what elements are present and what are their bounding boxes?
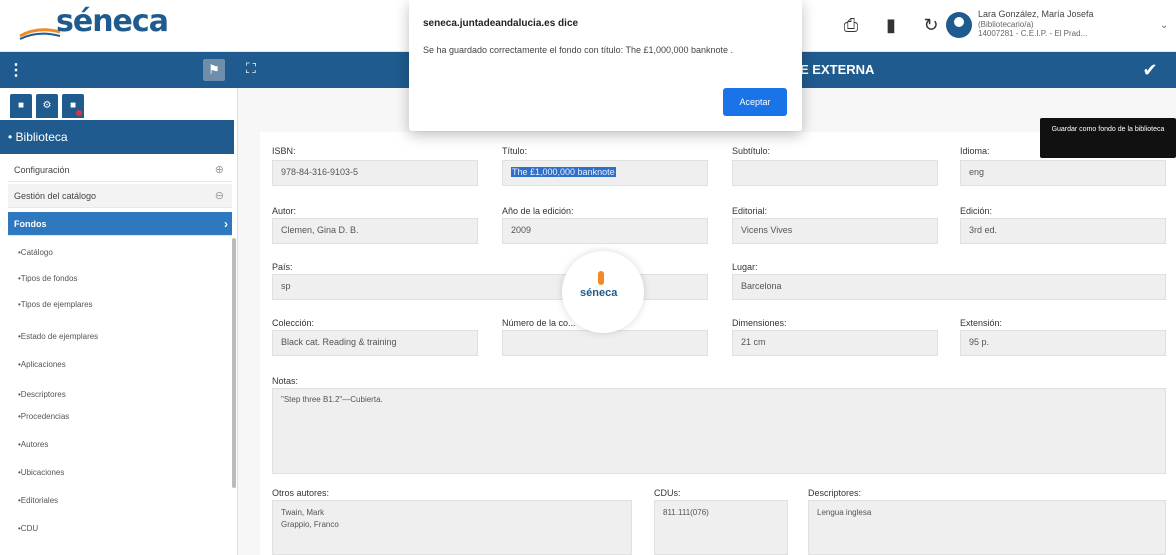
accept-button[interactable]: Aceptar bbox=[723, 88, 787, 116]
logo-text: séneca bbox=[56, 4, 169, 39]
user-name: Lara González, María Josefa bbox=[978, 9, 1094, 19]
section-title[interactable]: • Biblioteca bbox=[0, 120, 234, 154]
list-item: Grappio, Franco bbox=[281, 520, 339, 529]
chevron-down-icon[interactable]: ⌄ bbox=[1160, 20, 1168, 31]
sidebar-item-label: Configuración bbox=[14, 165, 70, 175]
print-icon[interactable]: ⎙ bbox=[840, 12, 862, 38]
bookmark-icon[interactable]: ⚑ bbox=[203, 59, 225, 81]
idioma-label: Idioma: bbox=[960, 146, 990, 156]
titulo-field[interactable]: The £1,000,000 banknote bbox=[502, 160, 708, 186]
sidebar-tabs: ■ ⚙ ■ bbox=[10, 94, 84, 118]
otros-autores-list[interactable]: Twain, Mark Grappio, Franco bbox=[272, 500, 632, 555]
isbn-label: ISBN: bbox=[272, 146, 296, 156]
extension-field[interactable]: 95 p. bbox=[960, 330, 1166, 356]
user-role: (Bibliotecario/a) bbox=[978, 20, 1034, 29]
lugar-field[interactable]: Barcelona bbox=[732, 274, 1166, 300]
alert-dialog: seneca.juntadeandalucia.es dice Se ha gu… bbox=[409, 0, 802, 131]
editorial-field[interactable]: Vicens Vives bbox=[732, 218, 938, 244]
user-center: 14007281 - C.E.I.P. - El Prad... bbox=[978, 29, 1088, 38]
titulo-label: Título: bbox=[502, 146, 528, 156]
header-toolbar: ⎙ ▮ ↻ bbox=[840, 12, 942, 38]
descriptores-list[interactable]: Lengua inglesa bbox=[808, 500, 1166, 555]
notas-textarea[interactable]: "Step three B1.2"—Cubierta. bbox=[272, 388, 1166, 474]
sidebar-item-label: Fondos bbox=[14, 219, 47, 229]
user-menu[interactable]: Lara González, María Josefa (Bibliotecar… bbox=[946, 8, 1176, 46]
lugar-label: Lugar: bbox=[732, 262, 758, 272]
fondo-form: ISBN: 978-84-316-9103-5 Título: The £1,0… bbox=[260, 132, 1176, 555]
isbn-field[interactable]: 978-84-316-9103-5 bbox=[272, 160, 478, 186]
vertical-dots-icon[interactable]: ⋮ bbox=[8, 60, 24, 80]
dialog-message: Se ha guardado correctamente el fondo co… bbox=[423, 45, 734, 55]
edicion-field[interactable]: 3rd ed. bbox=[960, 218, 1166, 244]
sidebar-item-label: Gestión del catálogo bbox=[14, 191, 97, 201]
tab-menu[interactable]: ■ bbox=[10, 94, 32, 118]
dimensiones-label: Dimensiones: bbox=[732, 318, 787, 328]
main-content: ISBN: 978-84-316-9103-5 Título: The £1,0… bbox=[238, 88, 1176, 555]
refresh-icon[interactable]: ↻ bbox=[920, 12, 942, 38]
autor-field[interactable]: Clemen, Gina D. B. bbox=[272, 218, 478, 244]
coleccion-label: Colección: bbox=[272, 318, 315, 328]
coleccion-field[interactable]: Black cat. Reading & training bbox=[272, 330, 478, 356]
spinner-logo-text: séneca bbox=[580, 287, 618, 299]
sidebar-item-estado-ejemplares[interactable]: •Estado de ejemplares bbox=[18, 332, 98, 341]
sidebar-item-configuracion[interactable]: Configuración ⊕ bbox=[8, 158, 232, 182]
extension-label: Extensión: bbox=[960, 318, 1003, 328]
sidebar-item-editoriales[interactable]: •Editoriales bbox=[18, 496, 58, 505]
dialog-title: seneca.juntadeandalucia.es dice bbox=[423, 18, 579, 29]
list-item: Twain, Mark bbox=[281, 508, 325, 517]
list-item: Lengua inglesa bbox=[817, 508, 872, 517]
tab-settings[interactable]: ⚙ bbox=[36, 94, 58, 118]
edicion-label: Edición: bbox=[960, 206, 993, 216]
subtitulo-field[interactable] bbox=[732, 160, 938, 186]
cdus-list[interactable]: 811.111(076) bbox=[654, 500, 788, 555]
expand-icon[interactable]: ⛶ bbox=[246, 60, 256, 77]
pais-label: País: bbox=[272, 262, 293, 272]
save-tooltip: Guardar como fondo de la biblioteca bbox=[1040, 118, 1176, 158]
sidebar-item-cdu[interactable]: •CDU bbox=[18, 524, 38, 533]
cdus-label: CDUs: bbox=[654, 488, 681, 498]
page-title: E EXTERNA bbox=[800, 62, 875, 77]
list-item: 811.111(076) bbox=[663, 508, 709, 517]
avatar bbox=[946, 12, 972, 38]
sidebar-item-catalogo[interactable]: •Catálogo bbox=[18, 248, 53, 257]
idioma-field[interactable]: eng bbox=[960, 160, 1166, 186]
minus-icon[interactable]: ⊖ bbox=[215, 184, 224, 208]
sidebar-scrollbar[interactable] bbox=[232, 238, 236, 488]
subtitulo-label: Subtítulo: bbox=[732, 146, 771, 156]
anio-field[interactable]: 2009 bbox=[502, 218, 708, 244]
plus-icon[interactable]: ⊕ bbox=[215, 158, 224, 182]
sidebar-item-fondos[interactable]: Fondos › bbox=[8, 212, 232, 236]
sidebar-item-tipos-ejemplares[interactable]: •Tipos de ejemplares bbox=[18, 300, 93, 309]
titulo-selected-text: The £1,000,000 banknote bbox=[511, 167, 616, 177]
autor-label: Autor: bbox=[272, 206, 297, 216]
flame-icon bbox=[598, 271, 604, 285]
sidebar-item-descriptores[interactable]: •Descriptores bbox=[18, 390, 66, 399]
otros-autores-label: Otros autores: bbox=[272, 488, 330, 498]
sidebar-item-aplicaciones[interactable]: •Aplicaciones bbox=[18, 360, 66, 369]
sidebar-item-gestion-catalogo[interactable]: Gestión del catálogo ⊖ bbox=[8, 184, 232, 208]
save-check-button[interactable]: ✔ bbox=[1128, 56, 1172, 84]
sidebar-item-ubicaciones[interactable]: •Ubicaciones bbox=[18, 468, 64, 477]
notas-label: Notas: bbox=[272, 376, 299, 386]
dimensiones-field[interactable]: 21 cm bbox=[732, 330, 938, 356]
numero-label: Número de la co... bbox=[502, 318, 576, 328]
sidebar: ■ ⚙ ■ • Biblioteca Configuración ⊕ Gesti… bbox=[0, 88, 238, 555]
editorial-label: Editorial: bbox=[732, 206, 768, 216]
loading-spinner: séneca bbox=[562, 251, 644, 333]
seneca-logo[interactable]: séneca bbox=[18, 4, 169, 44]
thumbs-icon[interactable]: ▮ bbox=[880, 12, 902, 38]
numero-field[interactable] bbox=[502, 330, 708, 356]
descriptores-label: Descriptores: bbox=[808, 488, 862, 498]
chevron-right-icon: › bbox=[224, 217, 228, 231]
sidebar-item-procedencias[interactable]: •Procedencias bbox=[18, 412, 69, 421]
sidebar-item-autores[interactable]: •Autores bbox=[18, 440, 48, 449]
tab-alerts[interactable]: ■ bbox=[62, 94, 84, 118]
sidebar-item-tipos-fondos[interactable]: •Tipos de fondos bbox=[18, 274, 77, 283]
anio-label: Año de la edición: bbox=[502, 206, 574, 216]
